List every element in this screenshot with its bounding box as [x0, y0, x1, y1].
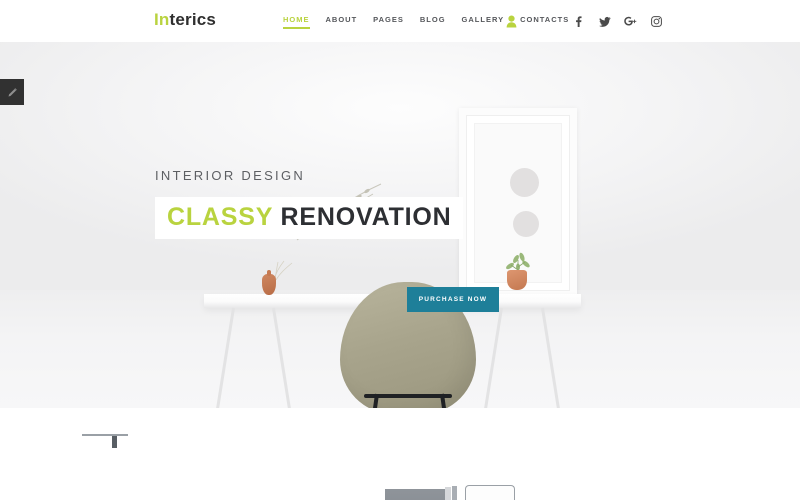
peek-book-stack [385, 489, 445, 500]
nav-item-about[interactable]: ABOUT [326, 15, 358, 28]
hero-slider: INTERIOR DESIGN CLASSY RENOVATION PURCHA… [0, 42, 800, 408]
facebook-glyph [576, 15, 582, 27]
nav-item-blog[interactable]: BLOG [420, 15, 446, 28]
peek-chair-knob [112, 436, 117, 448]
facebook-icon[interactable] [572, 15, 585, 28]
photo-frame-dot [513, 211, 539, 237]
edit-tab-button[interactable] [0, 79, 24, 105]
site-header: Interics HOME ABOUT PAGES BLOG GALLERY C… [0, 0, 800, 42]
pencil-icon [8, 87, 17, 96]
account-button[interactable] [503, 12, 519, 30]
next-section-peek [0, 408, 800, 500]
peek-chair-bar [82, 434, 128, 436]
nav-item-pages[interactable]: PAGES [373, 15, 404, 28]
instagram-icon[interactable] [650, 15, 663, 28]
hero-title-band: CLASSY RENOVATION [155, 197, 464, 239]
photo-terracotta-vase [262, 270, 276, 295]
photo-copper-planter [507, 270, 527, 290]
nav-item-contacts[interactable]: CONTACTS [520, 15, 569, 28]
photo-frame-dot [510, 168, 539, 197]
user-icon [506, 15, 516, 27]
logo-accent-text: In [154, 10, 170, 29]
peek-photo [385, 483, 515, 500]
twitter-icon[interactable] [598, 15, 611, 28]
nav-item-home[interactable]: HOME [283, 15, 310, 29]
peek-book-spine [445, 487, 451, 500]
twitter-glyph [598, 16, 611, 27]
site-logo[interactable]: Interics [154, 10, 216, 30]
hero-title-rest: RENOVATION [280, 203, 452, 231]
instagram-glyph [651, 15, 662, 27]
hero-title-accent: CLASSY [167, 203, 273, 231]
purchase-now-button[interactable]: PURCHASE NOW [407, 287, 499, 312]
peek-chair-outline [465, 485, 515, 500]
social-links [572, 0, 663, 42]
hero-copy: INTERIOR DESIGN CLASSY RENOVATION [155, 168, 464, 239]
nav-item-gallery[interactable]: GALLERY [462, 15, 505, 28]
google-plus-glyph [624, 16, 637, 25]
google-plus-icon[interactable] [624, 15, 637, 28]
peek-book-spine [452, 486, 457, 500]
main-navigation: HOME ABOUT PAGES BLOG GALLERY CONTACTS [283, 0, 569, 42]
hero-eyebrow: INTERIOR DESIGN [155, 168, 306, 183]
hero-title: CLASSY RENOVATION [167, 205, 451, 230]
logo-rest-text: terics [169, 10, 217, 29]
